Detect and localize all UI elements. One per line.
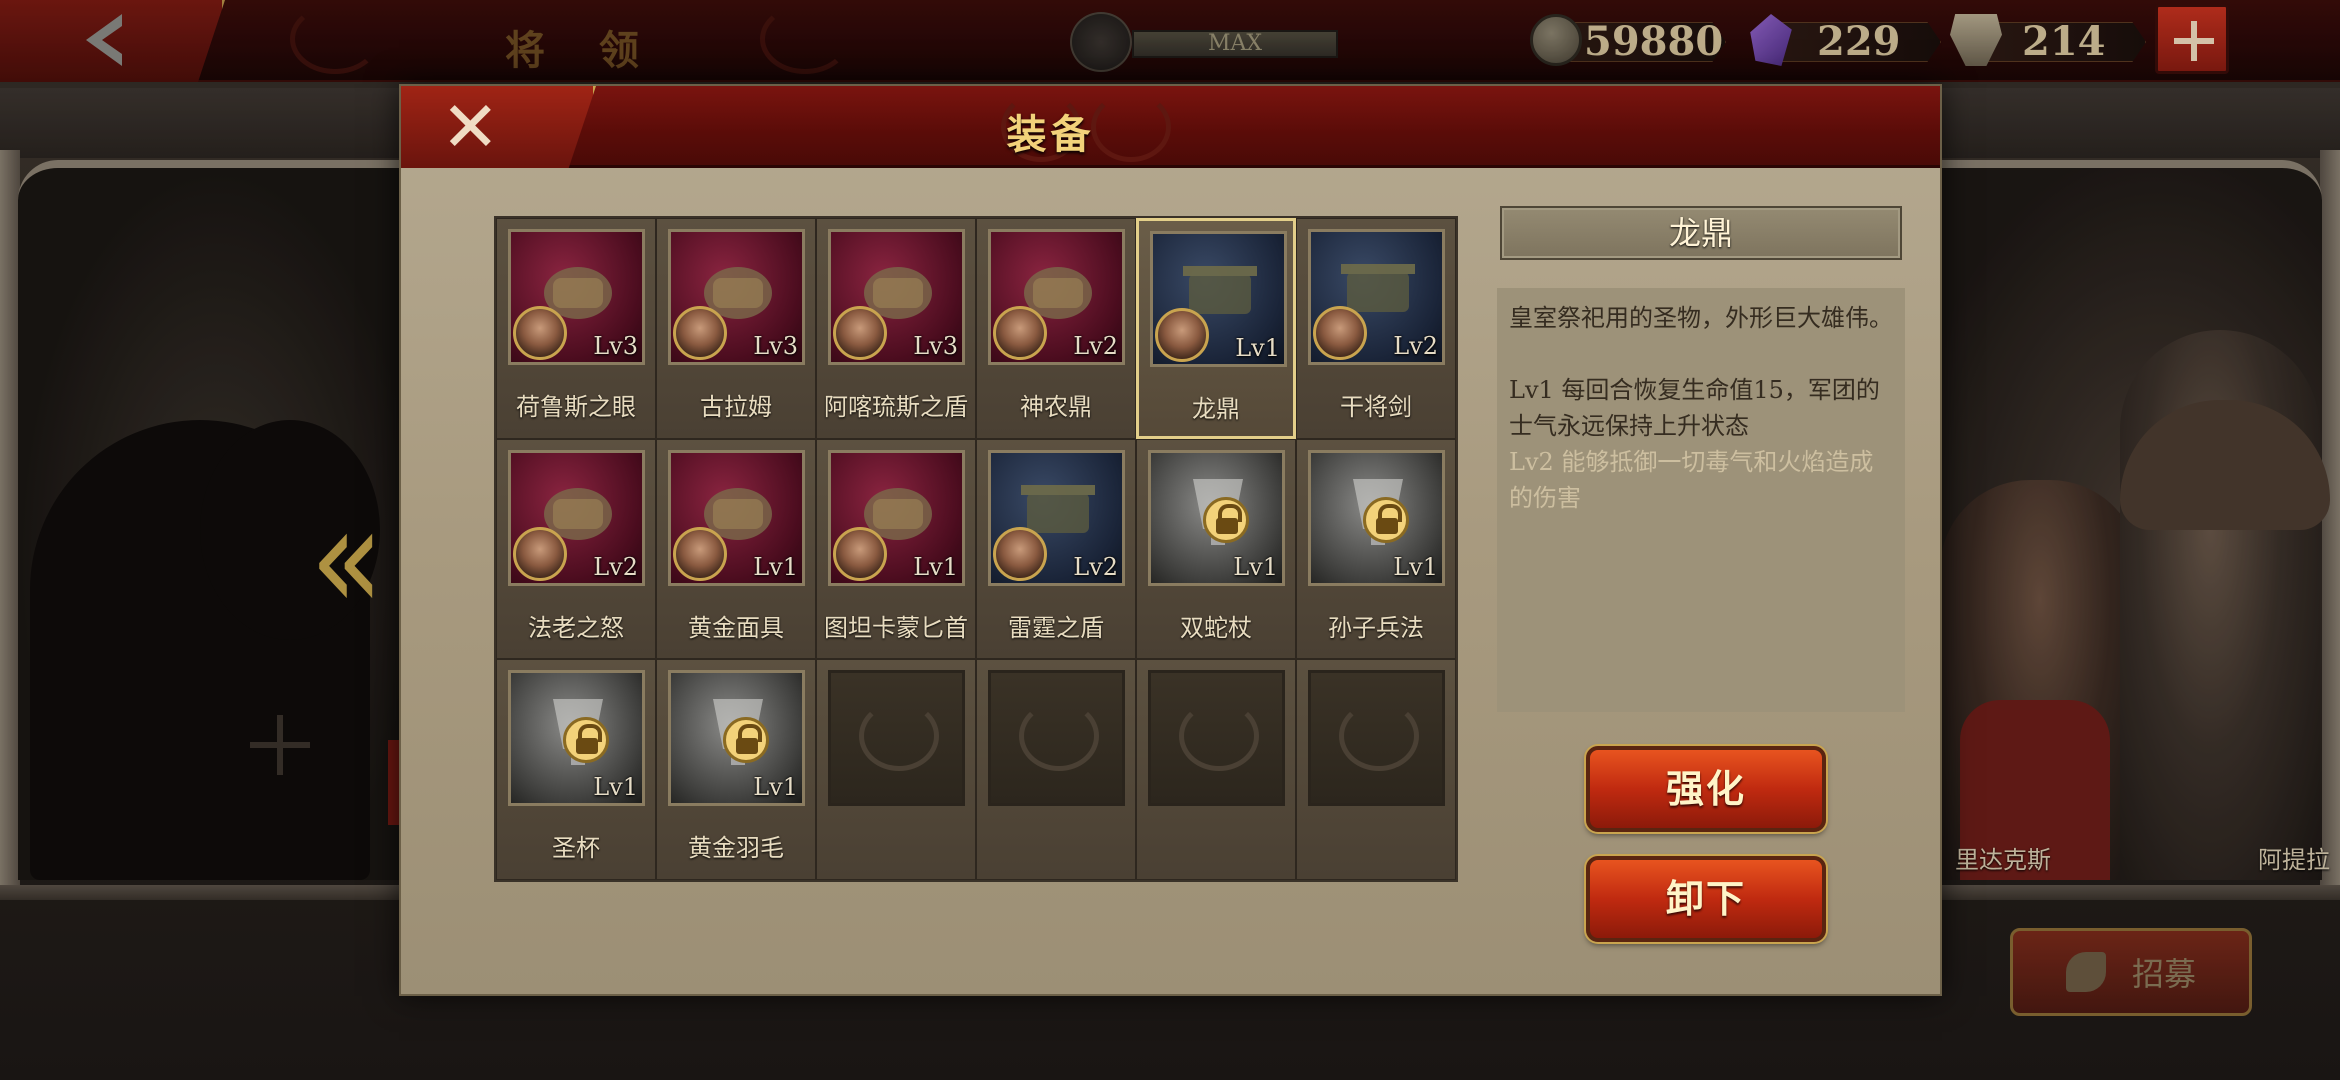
equipment-slot[interactable]: Lv1 黄金羽毛	[656, 659, 816, 880]
item-level: Lv1	[593, 773, 638, 802]
lock-icon	[1203, 496, 1249, 543]
item-name: 龙鼎	[1192, 395, 1240, 423]
modal-header: 装备 ✕	[401, 86, 1940, 168]
item-level: Lv1	[913, 552, 958, 581]
equipped-general-avatar	[1155, 308, 1209, 362]
enhance-button[interactable]: 强化	[1586, 746, 1826, 832]
equipment-slot[interactable]: Lv2 神农鼎	[976, 218, 1136, 439]
equipped-general-avatar	[833, 306, 887, 360]
close-icon: ✕	[441, 86, 500, 168]
empty-slot-frame	[1148, 670, 1285, 807]
equipped-general-avatar	[673, 306, 727, 360]
empty-equipment-slot[interactable]	[1296, 659, 1456, 880]
equipment-slot[interactable]: Lv1 孙子兵法	[1296, 438, 1456, 660]
item-name: 荷鲁斯之眼	[516, 393, 636, 421]
laurel-placeholder-icon	[1019, 701, 1099, 772]
item-level: Lv1	[1393, 552, 1438, 581]
equipment-grid: Lv3 荷鲁斯之眼 Lv3 古拉姆 Lv3 阿喀琉斯之盾 Lv2 神农鼎 Lv1 龙鼎 Lv2 干将剑…	[494, 216, 1458, 882]
header-laurel-icon	[1091, 92, 1171, 162]
equipment-slot[interactable]: Lv3 阿喀琉斯之盾	[816, 218, 976, 439]
empty-slot-frame	[828, 670, 965, 807]
equipment-slot[interactable]: Lv1 图坦卡蒙匕首	[816, 438, 976, 660]
item-icon: Lv1	[668, 670, 805, 807]
item-icon: Lv3	[668, 229, 805, 365]
empty-equipment-slot[interactable]	[976, 659, 1136, 880]
equipped-general-avatar	[833, 526, 887, 581]
lock-icon	[563, 717, 609, 764]
equipment-slot[interactable]: Lv3 荷鲁斯之眼	[496, 218, 656, 439]
item-name: 黄金羽毛	[688, 834, 784, 863]
item-icon: Lv1	[1308, 449, 1445, 586]
laurel-placeholder-icon	[859, 701, 939, 772]
equipment-slot[interactable]: Lv2 干将剑	[1296, 218, 1456, 439]
item-icon: Lv2	[988, 229, 1125, 365]
equipped-general-avatar	[513, 526, 567, 581]
item-name: 古拉姆	[700, 393, 772, 421]
item-description: 皇室祭祀用的圣物，外形巨大雄伟。	[1509, 304, 1893, 332]
item-level: Lv1	[753, 773, 798, 802]
empty-slot-frame	[1308, 670, 1445, 807]
item-name: 圣杯	[552, 834, 600, 863]
laurel-placeholder-icon	[1179, 701, 1259, 772]
equipped-general-avatar	[993, 306, 1047, 360]
equipment-slot[interactable]: Lv1 圣杯	[496, 659, 656, 880]
item-level: Lv2	[1073, 552, 1118, 581]
item-name: 神农鼎	[1020, 393, 1092, 421]
item-icon: Lv2	[508, 449, 645, 586]
empty-equipment-slot[interactable]	[816, 659, 976, 880]
item-name: 干将剑	[1340, 393, 1412, 421]
item-icon: Lv3	[828, 229, 965, 365]
unequip-button[interactable]: 卸下	[1586, 856, 1826, 942]
item-name: 黄金面具	[688, 613, 784, 642]
item-name: 法老之怒	[528, 613, 624, 642]
item-name: 雷霆之盾	[1008, 613, 1104, 642]
empty-equipment-slot[interactable]	[1136, 659, 1296, 880]
equipment-slot[interactable]: Lv1 龙鼎	[1136, 218, 1296, 439]
item-icon: Lv2	[988, 449, 1125, 586]
item-icon: Lv1	[668, 449, 805, 586]
equipment-slot[interactable]: Lv1 黄金面具	[656, 438, 816, 660]
item-icon: Lv2	[1308, 229, 1445, 365]
equipped-general-avatar	[1313, 306, 1367, 360]
detail-title: 龙鼎	[1500, 206, 1902, 260]
item-level: Lv1	[753, 552, 798, 581]
effect-lv1: Lv1 每回合恢复生命值15，军团的士气永远保持上升状态	[1509, 376, 1880, 440]
item-level: Lv3	[753, 332, 798, 360]
item-icon: Lv1	[508, 670, 645, 807]
item-level: Lv1	[1233, 552, 1278, 581]
item-level: Lv2	[1393, 332, 1438, 360]
equipped-general-avatar	[993, 526, 1047, 581]
equipped-general-avatar	[513, 306, 567, 360]
item-level: Lv1	[1235, 334, 1280, 362]
equipment-slot[interactable]: Lv2 雷霆之盾	[976, 438, 1136, 660]
item-level: Lv2	[593, 552, 638, 581]
close-button[interactable]: ✕	[401, 86, 596, 168]
item-icon: Lv1	[1150, 231, 1287, 367]
lock-icon	[1363, 496, 1409, 543]
item-icon: Lv1	[1148, 449, 1285, 586]
equipment-slot[interactable]: Lv1 双蛇杖	[1136, 438, 1296, 660]
item-icon: Lv3	[508, 229, 645, 365]
item-level: Lv3	[593, 332, 638, 360]
detail-description-box: 皇室祭祀用的圣物，外形巨大雄伟。 Lv1 每回合恢复生命值15，军团的士气永远保…	[1497, 288, 1905, 712]
item-name: 图坦卡蒙匕首	[824, 613, 968, 642]
item-name: 双蛇杖	[1180, 613, 1252, 642]
item-name: 孙子兵法	[1328, 613, 1424, 642]
lock-icon	[723, 717, 769, 764]
equipment-slot[interactable]: Lv2 法老之怒	[496, 438, 656, 660]
equipment-slot[interactable]: Lv3 古拉姆	[656, 218, 816, 439]
item-name: 阿喀琉斯之盾	[824, 393, 968, 421]
empty-slot-frame	[988, 670, 1125, 807]
equipped-general-avatar	[673, 526, 727, 581]
item-icon: Lv1	[828, 449, 965, 586]
item-level: Lv3	[913, 332, 958, 360]
effect-lv2: Lv2 能够抵御一切毒气和火焰造成的伤害	[1509, 448, 1874, 512]
item-level: Lv2	[1073, 332, 1118, 360]
laurel-placeholder-icon	[1339, 701, 1419, 772]
